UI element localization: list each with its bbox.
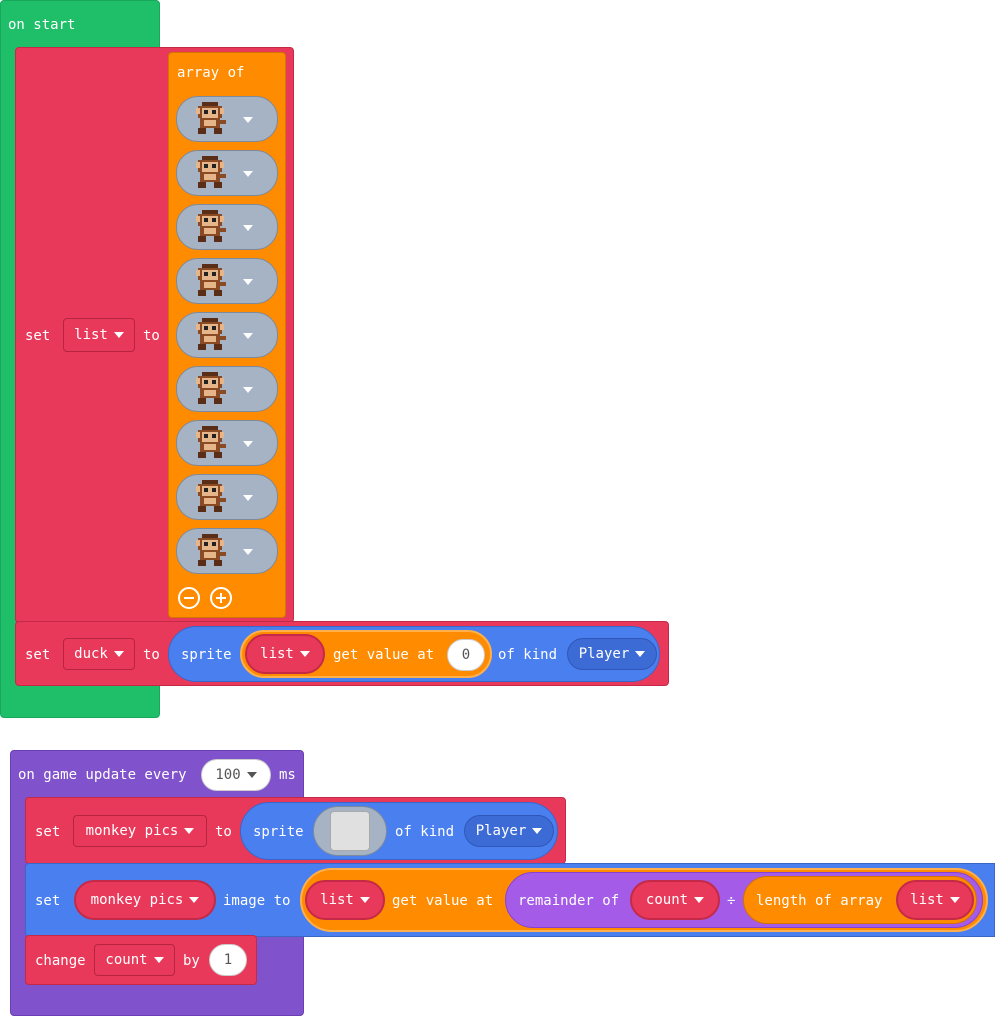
count-variable-dropdown[interactable]: count bbox=[94, 944, 175, 976]
add-item-icon[interactable] bbox=[210, 587, 232, 609]
on-game-update-label: on game update every bbox=[18, 767, 187, 783]
to-label: to bbox=[143, 328, 160, 344]
chevron-down-icon bbox=[243, 441, 253, 447]
change-label: change bbox=[35, 953, 86, 969]
monkey-sprite-icon bbox=[194, 102, 226, 136]
of-kind-label: of kind bbox=[498, 647, 558, 663]
to-label: to bbox=[215, 824, 232, 840]
chevron-down-icon bbox=[532, 828, 543, 834]
of-kind-label: of kind bbox=[395, 824, 455, 840]
empty-image-slot[interactable] bbox=[313, 806, 387, 856]
set-label: set bbox=[35, 893, 61, 909]
variable-name: list bbox=[320, 892, 354, 908]
sprite-label: sprite bbox=[181, 647, 232, 663]
variable-name: monkey pics bbox=[85, 823, 179, 839]
amount-value: 1 bbox=[223, 952, 233, 968]
interval-value: 100 bbox=[215, 767, 241, 783]
list-variable-dropdown[interactable]: list bbox=[305, 880, 385, 920]
monkey-pics-dropdown[interactable]: monkey pics bbox=[74, 880, 216, 920]
monkey-sprite-icon bbox=[194, 480, 226, 514]
monkey-sprite-icon bbox=[194, 426, 226, 460]
list-variable-dropdown[interactable]: list bbox=[896, 880, 974, 920]
ms-label: ms bbox=[279, 767, 296, 783]
image-slot[interactable] bbox=[176, 150, 278, 196]
image-slot[interactable] bbox=[176, 258, 278, 304]
variable-name: list bbox=[74, 327, 108, 343]
chevron-down-icon bbox=[243, 495, 253, 501]
divide-symbol: ÷ bbox=[727, 893, 736, 909]
kind-name: Player bbox=[475, 823, 527, 839]
monkey-sprite-icon bbox=[194, 318, 226, 352]
monkey-sprite-icon bbox=[194, 372, 226, 406]
kind-dropdown[interactable]: Player bbox=[567, 638, 657, 670]
kind-name: Player bbox=[578, 646, 630, 662]
chevron-down-icon bbox=[243, 117, 253, 123]
get-value-label: get value at bbox=[333, 647, 435, 663]
monkey-sprite-icon bbox=[194, 156, 226, 190]
sprite-label: sprite bbox=[253, 824, 304, 840]
set-label: set bbox=[25, 328, 51, 344]
set-label: set bbox=[25, 647, 51, 663]
to-label: to bbox=[143, 647, 160, 663]
monkey-sprite-icon bbox=[194, 264, 226, 298]
length-of-array-label: length of array bbox=[756, 893, 883, 909]
monkey-pics-dropdown[interactable]: monkey pics bbox=[73, 815, 207, 847]
chevron-down-icon bbox=[949, 897, 960, 903]
chevron-down-icon bbox=[635, 651, 646, 657]
index-input[interactable]: 0 bbox=[447, 639, 485, 671]
chevron-down-icon bbox=[243, 171, 253, 177]
image-to-label: image to bbox=[223, 893, 291, 909]
array-of-label: array of bbox=[177, 65, 245, 81]
chevron-down-icon bbox=[694, 897, 705, 903]
list-variable-dropdown[interactable]: list bbox=[245, 634, 325, 674]
chevron-down-icon bbox=[113, 332, 124, 338]
chevron-down-icon bbox=[153, 957, 164, 963]
chevron-down-icon bbox=[243, 279, 253, 285]
chevron-down-icon bbox=[246, 772, 257, 778]
image-slot[interactable] bbox=[176, 312, 278, 358]
get-value-label: get value at bbox=[392, 893, 494, 909]
chevron-down-icon bbox=[113, 651, 124, 657]
variable-name: monkey pics bbox=[90, 892, 184, 908]
chevron-down-icon bbox=[184, 828, 195, 834]
monkey-sprite-icon bbox=[194, 210, 226, 244]
image-slot[interactable] bbox=[176, 474, 278, 520]
chevron-down-icon bbox=[189, 897, 200, 903]
index-value: 0 bbox=[461, 647, 471, 663]
interval-dropdown[interactable]: 100 bbox=[201, 759, 271, 791]
remove-item-icon[interactable] bbox=[178, 587, 200, 609]
kind-dropdown[interactable]: Player bbox=[464, 815, 554, 847]
on-start-label: on start bbox=[8, 17, 76, 33]
set-label: set bbox=[35, 824, 61, 840]
image-slot[interactable] bbox=[176, 204, 278, 250]
empty-image-icon bbox=[330, 811, 370, 851]
by-label: by bbox=[183, 953, 200, 969]
chevron-down-icon bbox=[243, 333, 253, 339]
remainder-label: remainder of bbox=[518, 893, 620, 909]
chevron-down-icon bbox=[299, 651, 310, 657]
image-slot[interactable] bbox=[176, 96, 278, 142]
count-variable-dropdown[interactable]: count bbox=[630, 880, 720, 920]
image-slot[interactable] bbox=[176, 528, 278, 574]
image-slot[interactable] bbox=[176, 366, 278, 412]
monkey-sprite-icon bbox=[194, 534, 226, 568]
variable-name: count bbox=[645, 892, 689, 908]
chevron-down-icon bbox=[359, 897, 370, 903]
variable-name: duck bbox=[74, 646, 108, 662]
chevron-down-icon bbox=[243, 225, 253, 231]
variable-name: list bbox=[910, 892, 944, 908]
duck-variable-dropdown[interactable]: duck bbox=[63, 638, 135, 670]
image-slot[interactable] bbox=[176, 420, 278, 466]
chevron-down-icon bbox=[243, 549, 253, 555]
list-variable-dropdown[interactable]: list bbox=[63, 318, 135, 352]
variable-name: count bbox=[105, 952, 148, 968]
chevron-down-icon bbox=[243, 387, 253, 393]
variable-name: list bbox=[260, 646, 294, 662]
amount-input[interactable]: 1 bbox=[209, 944, 247, 976]
